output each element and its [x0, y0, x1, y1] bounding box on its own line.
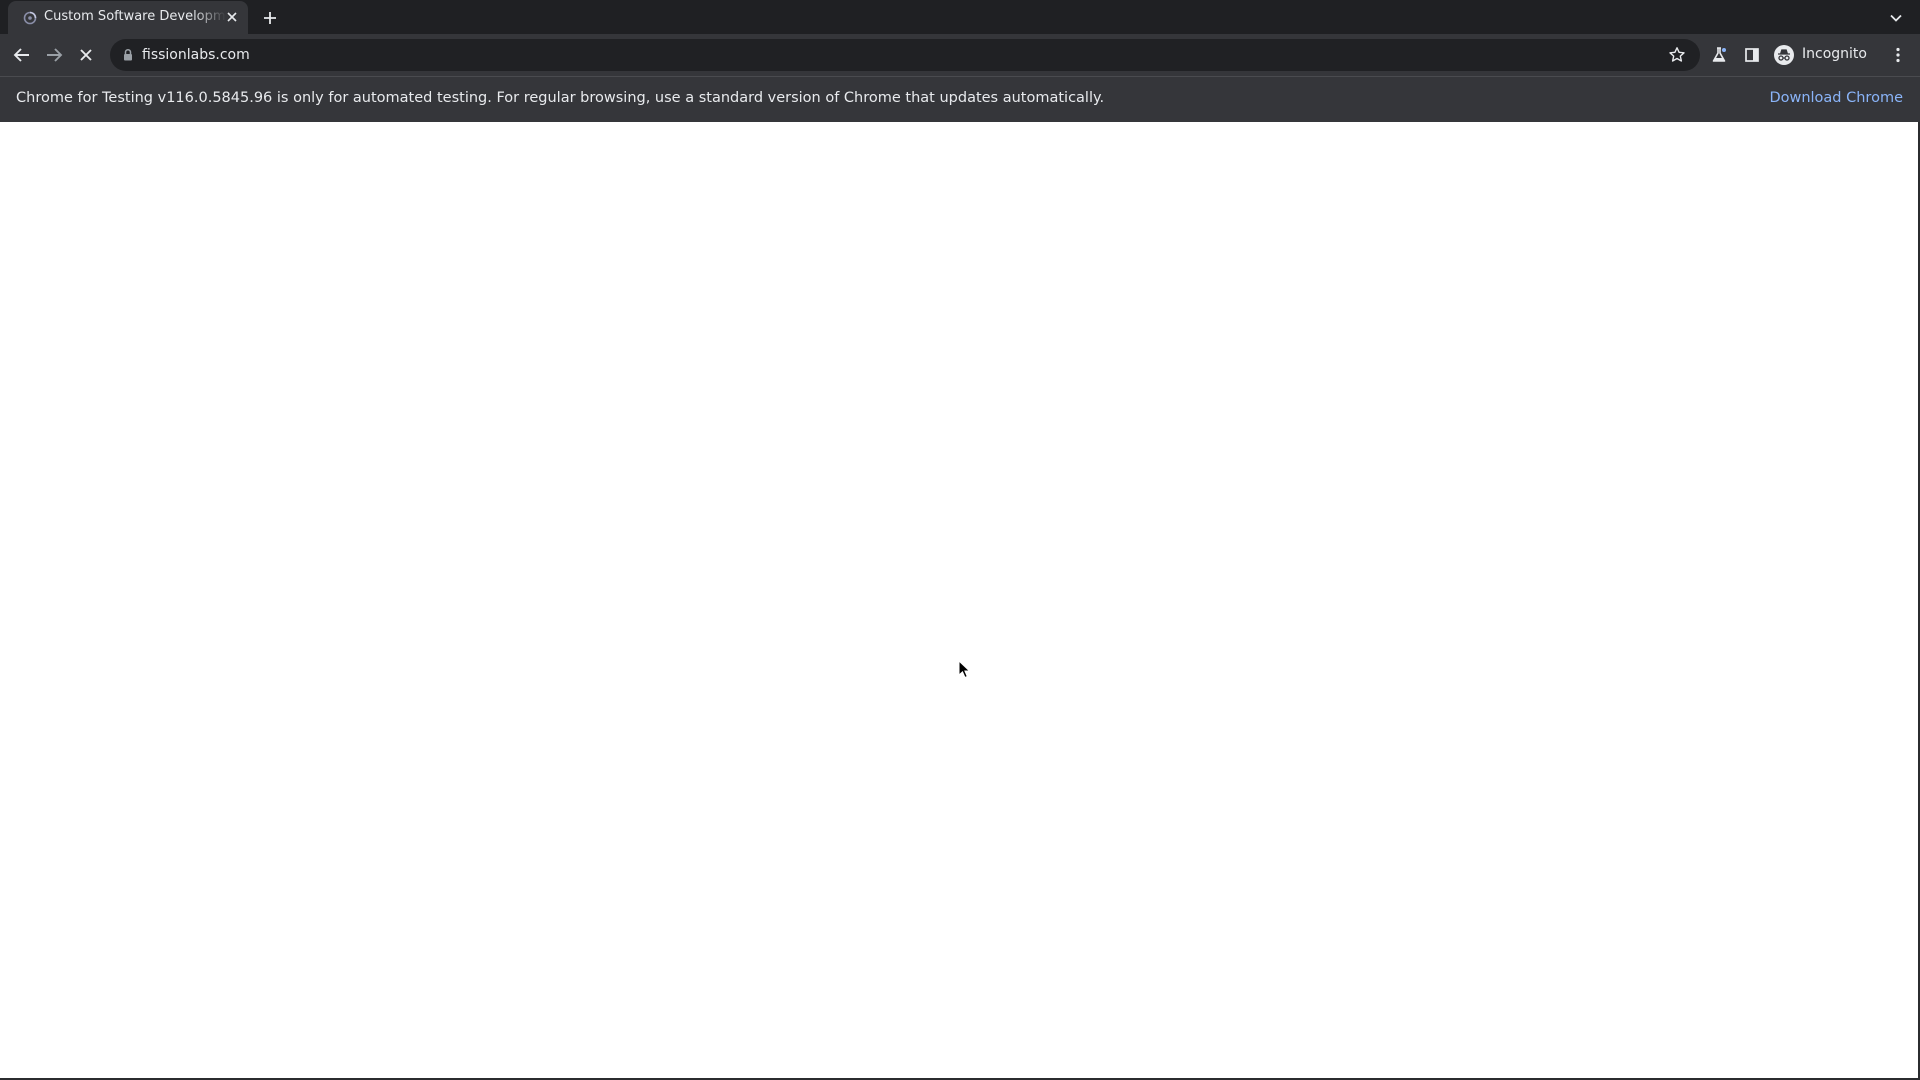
incognito-profile-button[interactable]: Incognito [1770, 40, 1880, 70]
forward-arrow-icon [47, 48, 63, 62]
fissionlabs-favicon-icon [23, 11, 37, 25]
back-button[interactable] [8, 41, 36, 69]
new-tab-button[interactable] [258, 6, 282, 30]
download-chrome-link[interactable]: Download Chrome [1769, 90, 1903, 106]
lock-icon [124, 48, 132, 61]
incognito-icon [1774, 45, 1794, 65]
bookmark-star-icon[interactable] [1667, 45, 1687, 65]
menu-button[interactable] [1884, 41, 1912, 69]
page-content [0, 122, 1920, 1080]
chevron-down-icon [1890, 14, 1902, 22]
testing-infobar: Chrome for Testing v116.0.5845.96 is onl… [0, 76, 1920, 122]
incognito-label: Incognito [1802, 46, 1867, 62]
tab-close-button[interactable] [223, 8, 241, 26]
tab-search-button[interactable] [1884, 6, 1908, 30]
forward-button[interactable] [40, 41, 68, 69]
close-icon [227, 12, 237, 22]
tab-title: Custom Software Development [44, 9, 226, 24]
stop-icon [80, 49, 92, 61]
tab-active[interactable]: Custom Software Development [8, 1, 248, 34]
mouse-cursor-icon [958, 660, 971, 679]
stop-loading-button[interactable] [72, 41, 100, 69]
toolbar: fissionlabs.com Incognito [0, 34, 1920, 76]
back-arrow-icon [13, 48, 29, 62]
flask-icon [1712, 47, 1726, 62]
infobar-message: Chrome for Testing v116.0.5845.96 is onl… [16, 90, 1105, 106]
kebab-menu-icon [1896, 47, 1900, 63]
chrome-labs-button[interactable] [1705, 41, 1733, 69]
browser-window: Custom Software Development [0, 0, 1920, 1080]
address-bar[interactable]: fissionlabs.com [110, 39, 1700, 71]
tab-strip: Custom Software Development [0, 0, 1920, 34]
url-text: fissionlabs.com [142, 47, 250, 63]
plus-icon [264, 12, 276, 24]
side-panel-button[interactable] [1738, 41, 1766, 69]
side-panel-icon [1745, 48, 1759, 62]
